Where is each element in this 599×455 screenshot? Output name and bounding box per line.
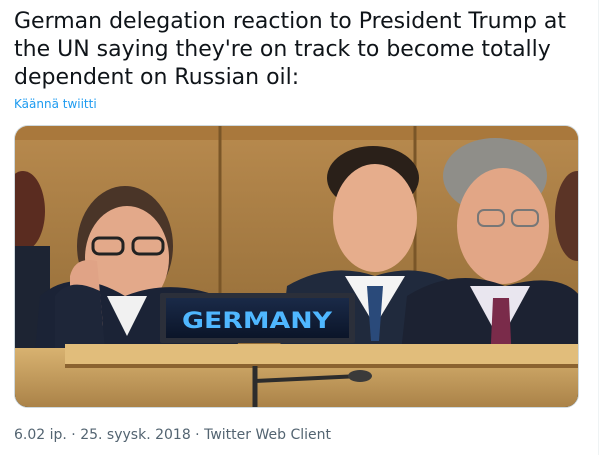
- tweet-client[interactable]: Twitter Web Client: [204, 427, 331, 443]
- translate-tweet-link[interactable]: Käännä twiitti: [14, 97, 97, 111]
- tweet-photo[interactable]: GERMANY: [14, 125, 579, 408]
- tweet-time[interactable]: 6.02 ip.: [14, 427, 67, 443]
- tweet-text: German delegation reaction to President …: [14, 9, 567, 90]
- tweet-date[interactable]: 25. syysk. 2018: [80, 427, 191, 443]
- un-delegation-photo: GERMANY: [15, 126, 578, 407]
- nameplate-text: GERMANY: [182, 309, 333, 334]
- meta-separator: ·: [190, 427, 205, 443]
- tweet-metadata: 6.02 ip. · 25. syysk. 2018 · Twitter Web…: [14, 427, 331, 443]
- meta-separator: ·: [66, 427, 81, 443]
